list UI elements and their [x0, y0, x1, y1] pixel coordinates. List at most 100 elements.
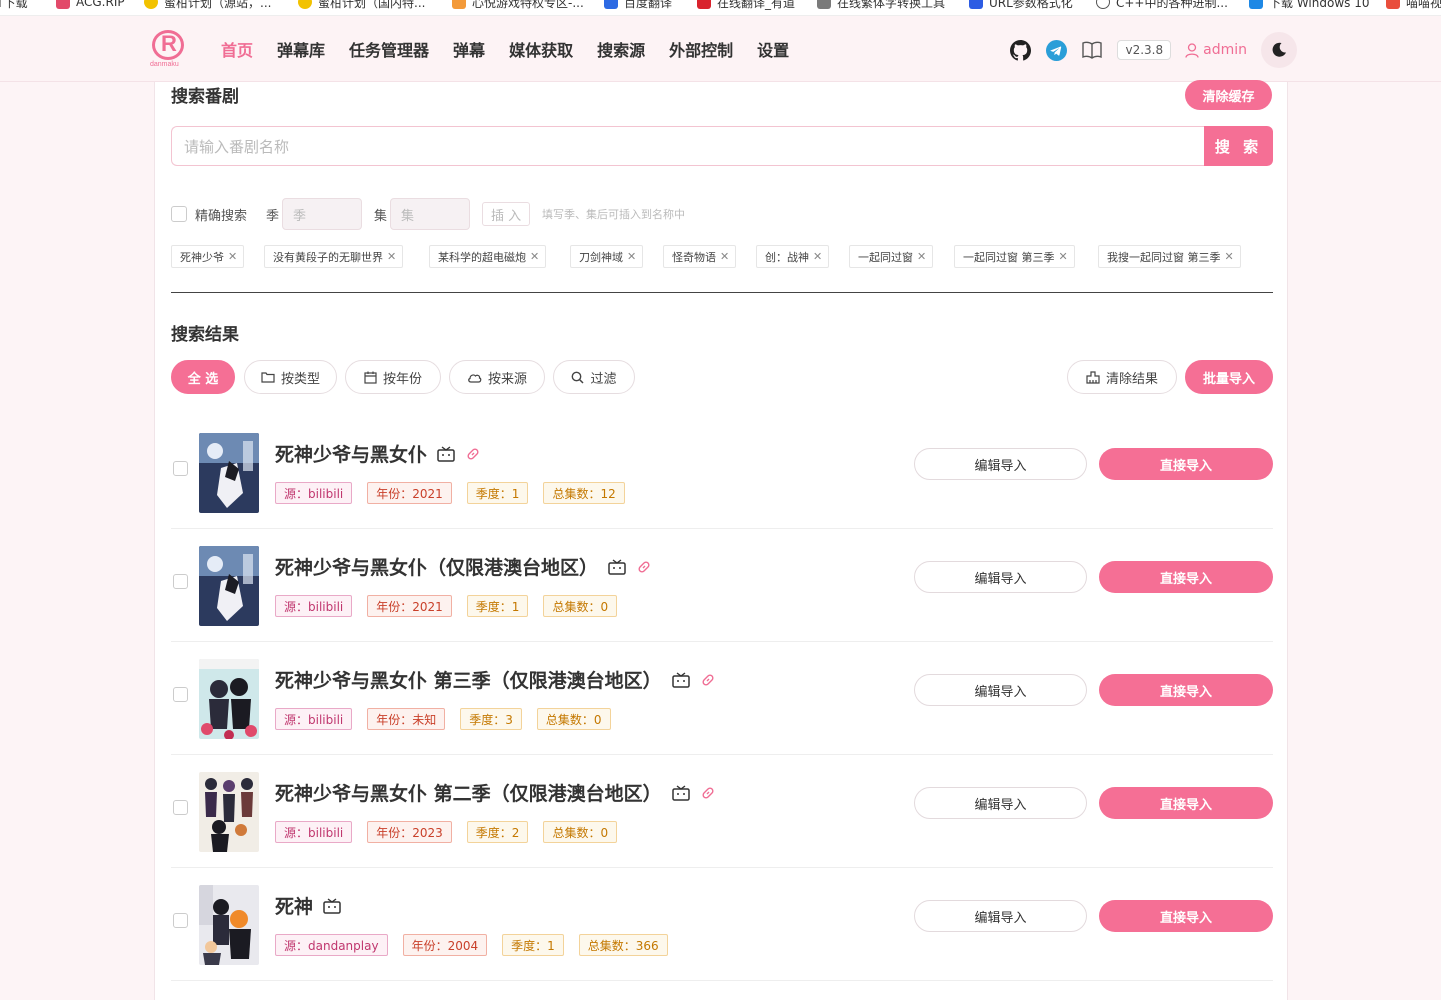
search-input[interactable]: 请输入番剧名称 — [171, 126, 1204, 166]
direct-import-button[interactable]: 直接导入 — [1099, 561, 1273, 593]
close-icon[interactable]: ✕ — [720, 250, 729, 263]
edit-import-button[interactable]: 编辑导入 — [914, 674, 1087, 706]
filter-by-type-button[interactable]: 按类型 — [244, 360, 337, 394]
bookmark-item[interactable]: 心悦游戏特权专区-... — [452, 0, 584, 10]
close-icon[interactable]: ✕ — [813, 250, 822, 263]
search-button[interactable]: 搜 索 — [1204, 126, 1273, 166]
bookmark-item[interactable]: 蜜柑计划（源站，... — [144, 0, 271, 10]
source-tag: 源：bilibili — [275, 821, 353, 843]
result-title: 死神少爷与黑女仆 第三季（仅限港澳台地区） — [275, 670, 662, 692]
results-toolbar: 全 选 按类型 按年份 按来源 过滤 清除结果 批量导入 — [171, 360, 1273, 394]
bookmark-item[interactable]: 蜜柑计划（国内特... — [298, 0, 425, 10]
direct-import-button[interactable]: 直接导入 — [1099, 787, 1273, 819]
history-tag[interactable]: 刀剑神域 ✕ — [570, 245, 644, 268]
filter-by-year-button[interactable]: 按年份 — [345, 360, 441, 394]
link-icon[interactable] — [700, 672, 716, 688]
result-checkbox[interactable] — [173, 574, 188, 589]
result-title: 死神 — [275, 896, 314, 918]
history-tag[interactable]: 死神少爷 ✕ — [171, 245, 245, 268]
link-icon[interactable] — [636, 559, 652, 575]
episode-input[interactable]: 集 — [390, 198, 471, 230]
nav-external-control[interactable]: 外部控制 — [669, 37, 733, 61]
season-input[interactable]: 季 — [282, 198, 363, 230]
direct-import-button[interactable]: 直接导入 — [1099, 900, 1273, 932]
close-icon[interactable]: ✕ — [917, 250, 926, 263]
clear-results-button[interactable]: 清除结果 — [1067, 360, 1177, 394]
nav-settings[interactable]: 设置 — [757, 37, 789, 61]
logo-subtext: danmaku — [150, 61, 179, 68]
edit-import-button[interactable]: 编辑导入 — [914, 448, 1087, 480]
bookmark-item[interactable]: 喵喵视 — [1386, 0, 1441, 10]
nav-task-manager[interactable]: 任务管理器 — [349, 37, 429, 61]
close-icon[interactable]: ✕ — [228, 250, 237, 263]
result-row: 死神少爷与黑女仆 源：bilibili 年份：2021 季度：1 总集数：12 … — [171, 416, 1273, 529]
user-menu[interactable]: admin — [1185, 42, 1247, 58]
bookmark-favicon-icon — [1386, 0, 1400, 9]
windows-icon — [1249, 0, 1263, 9]
season-tag: 季度：2 — [466, 821, 529, 843]
bookmark-item[interactable]: 百度翻译 — [604, 0, 672, 10]
bookmark-item[interactable]: ACG.RIP — [56, 0, 125, 10]
clear-cache-button[interactable]: 清除缓存 — [1185, 80, 1272, 110]
bookmark-item[interactable]: 在线繁体字转换工具 — [817, 0, 945, 10]
folder-icon — [261, 372, 275, 383]
exact-search-checkbox[interactable] — [171, 206, 187, 222]
filter-by-source-button[interactable]: 按来源 — [449, 360, 545, 394]
nav-media-fetch[interactable]: 媒体获取 — [509, 37, 573, 61]
app-logo[interactable]: R danmaku — [150, 30, 186, 70]
close-icon[interactable]: ✕ — [387, 250, 396, 263]
tv-icon — [437, 445, 455, 462]
bookmark-favicon-icon — [298, 0, 312, 9]
insert-hint: 填写季、集后可插入到名称中 — [542, 208, 686, 221]
moon-icon — [1272, 42, 1286, 57]
bookmark-item[interactable]: C++中的各种进制... — [1096, 0, 1228, 10]
episodes-tag: 总集数：0 — [543, 821, 618, 843]
result-checkbox[interactable] — [173, 687, 188, 702]
history-tag[interactable]: 怪奇物语 ✕ — [663, 245, 737, 268]
bookmark-item[interactable]: URL参数格式化 — [969, 0, 1073, 10]
season-tag: 季度：1 — [466, 482, 529, 504]
year-tag: 年份：2023 — [367, 821, 452, 843]
edit-import-button[interactable]: 编辑导入 — [914, 561, 1087, 593]
close-icon[interactable]: ✕ — [530, 250, 539, 263]
direct-import-button[interactable]: 直接导入 — [1099, 674, 1273, 706]
close-icon[interactable]: ✕ — [627, 250, 636, 263]
history-tag[interactable]: 创：战神 ✕ — [756, 245, 830, 268]
result-meta: 源：bilibili 年份：2023 季度：2 总集数：0 — [275, 821, 618, 843]
nav-search-sources[interactable]: 搜索源 — [597, 37, 645, 61]
close-icon[interactable]: ✕ — [1059, 250, 1068, 263]
history-tag[interactable]: 我搜一起同过窗 第三季 ✕ — [1098, 245, 1241, 268]
bookmark-item[interactable]: 下载 Windows 10 — [1249, 0, 1369, 10]
history-tag[interactable]: 没有黄段子的无聊世界 ✕ — [264, 245, 404, 268]
telegram-icon[interactable] — [1045, 39, 1067, 61]
direct-import-button[interactable]: 直接导入 — [1099, 448, 1273, 480]
insert-button[interactable]: 插 入 — [482, 202, 531, 226]
history-tag[interactable]: 一起同过窗 第三季 ✕ — [954, 245, 1075, 268]
bookmark-favicon-icon — [604, 0, 618, 9]
docs-book-icon[interactable] — [1081, 39, 1103, 61]
result-checkbox[interactable] — [173, 461, 188, 476]
batch-import-button[interactable]: 批量导入 — [1185, 360, 1273, 394]
nav-danmaku[interactable]: 弹幕 — [453, 37, 485, 61]
result-checkbox[interactable] — [173, 913, 188, 928]
select-all-button[interactable]: 全 选 — [171, 360, 235, 394]
result-poster — [199, 885, 259, 965]
filter-button[interactable]: 过滤 — [553, 360, 635, 394]
bookmark-item[interactable]: 在线翻译_有道 — [697, 0, 795, 10]
source-tag: 源：bilibili — [275, 708, 353, 730]
link-icon[interactable] — [465, 446, 481, 462]
edit-import-button[interactable]: 编辑导入 — [914, 787, 1087, 819]
theme-toggle[interactable] — [1261, 32, 1297, 68]
bookmark-favicon-icon — [56, 0, 70, 9]
nav-danmaku-library[interactable]: 弹幕库 — [277, 37, 325, 61]
history-tag[interactable]: 一起同过窗 ✕ — [849, 245, 934, 268]
result-title-row: 死神少爷与黑女仆 — [275, 440, 481, 467]
bookmark-item[interactable]: BT下载 — [0, 0, 28, 10]
edit-import-button[interactable]: 编辑导入 — [914, 900, 1087, 932]
history-tag[interactable]: 某科学的超电磁炮 ✕ — [429, 245, 547, 268]
result-checkbox[interactable] — [173, 800, 188, 815]
close-icon[interactable]: ✕ — [1225, 250, 1234, 263]
nav-home[interactable]: 首页 — [221, 37, 253, 61]
github-icon[interactable] — [1009, 39, 1031, 61]
link-icon[interactable] — [700, 785, 716, 801]
